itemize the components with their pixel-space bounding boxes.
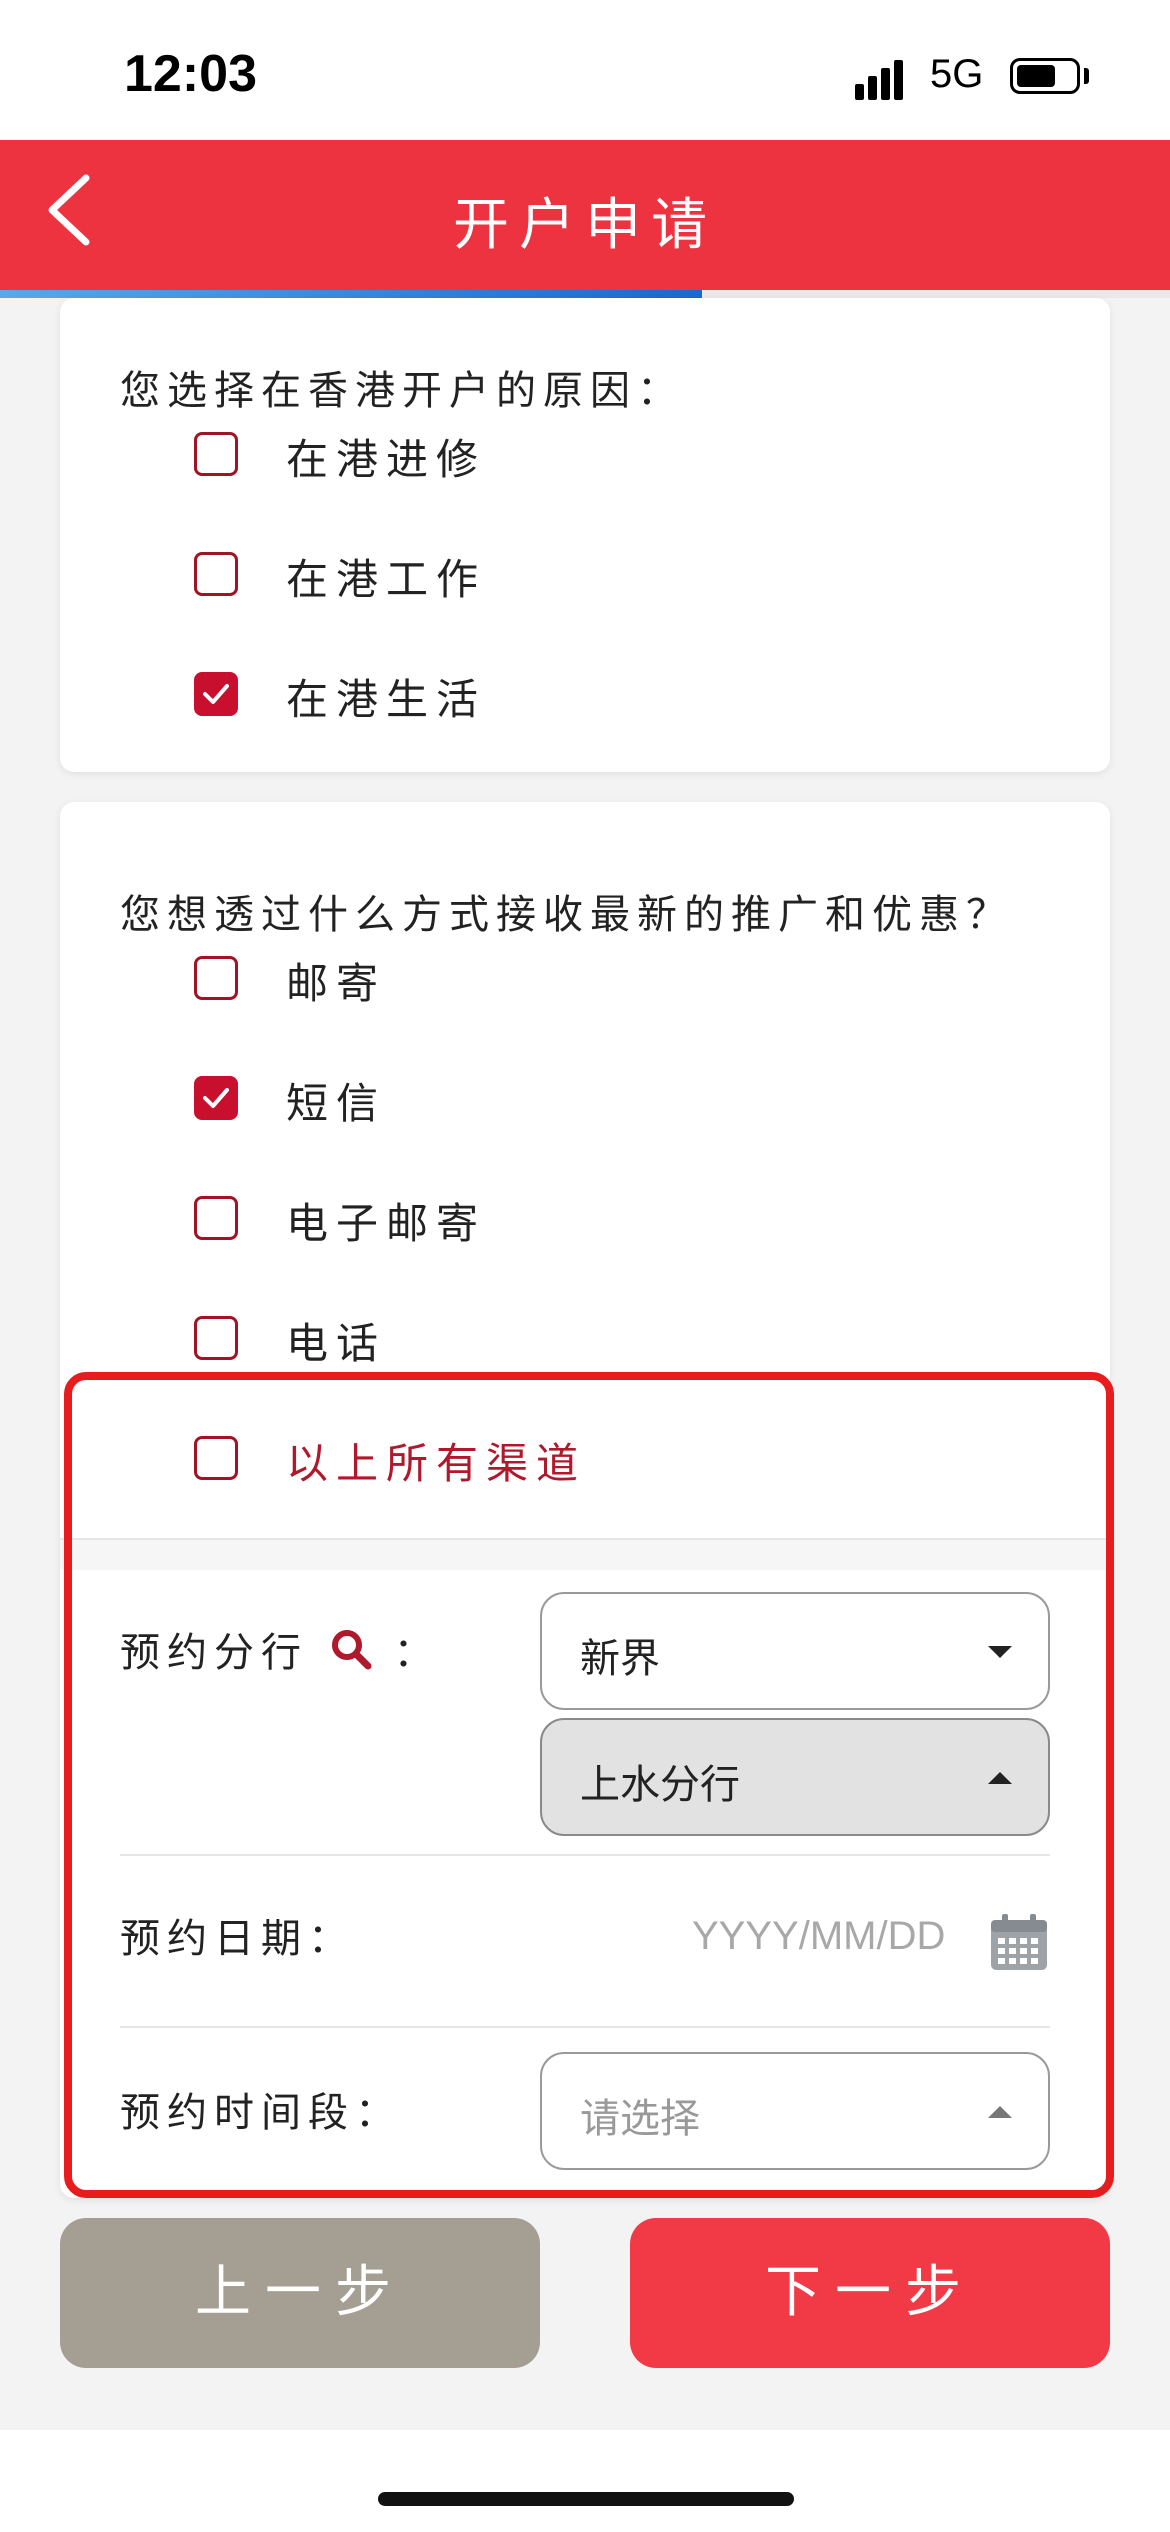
- progress-fill: [0, 290, 702, 298]
- option-label: 电子邮寄: [286, 1199, 487, 1248]
- progress-bar: [0, 290, 1170, 298]
- status-time: 12:03: [124, 45, 257, 103]
- next-step-button[interactable]: 下一步: [630, 2218, 1110, 2368]
- page-title: 开户申请: [453, 193, 717, 258]
- option-label: 短信: [286, 1079, 387, 1128]
- option-label: 在港生活: [286, 675, 487, 724]
- checkmark-icon: [203, 1088, 229, 1108]
- battery-cap: [1084, 68, 1089, 84]
- checkmark-icon: [203, 684, 229, 704]
- reason-question: 您选择在香港开户的原因：: [120, 368, 684, 414]
- option-label: 电话: [286, 1319, 387, 1368]
- reason-card: 您选择在香港开户的原因： 在港进修 在港工作 在港生活: [60, 298, 1110, 772]
- checkbox[interactable]: [194, 1316, 238, 1360]
- prev-step-button[interactable]: 上一步: [60, 2218, 540, 2368]
- checkbox-checked[interactable]: [194, 672, 238, 716]
- network-type: 5G: [930, 52, 984, 96]
- annotation-highlight-box: [64, 1372, 1114, 2198]
- checkbox[interactable]: [194, 432, 238, 476]
- checkbox[interactable]: [194, 1196, 238, 1240]
- checkbox[interactable]: [194, 552, 238, 596]
- signal-icon: [855, 56, 915, 100]
- checkbox-checked[interactable]: [194, 1076, 238, 1120]
- option-label: 在港进修: [286, 435, 487, 484]
- status-bar: 12:03 5G: [0, 0, 1170, 140]
- option-label: 在港工作: [286, 555, 487, 604]
- promotion-question: 您想透过什么方式接收最新的推广和优惠？: [120, 892, 1013, 938]
- option-label: 邮寄: [286, 959, 387, 1008]
- home-indicator[interactable]: [378, 2492, 794, 2506]
- bottom-safe-area: [0, 2430, 1170, 2532]
- app-header: 开户申请: [0, 140, 1170, 290]
- battery-icon: [1010, 58, 1080, 94]
- checkbox[interactable]: [194, 956, 238, 1000]
